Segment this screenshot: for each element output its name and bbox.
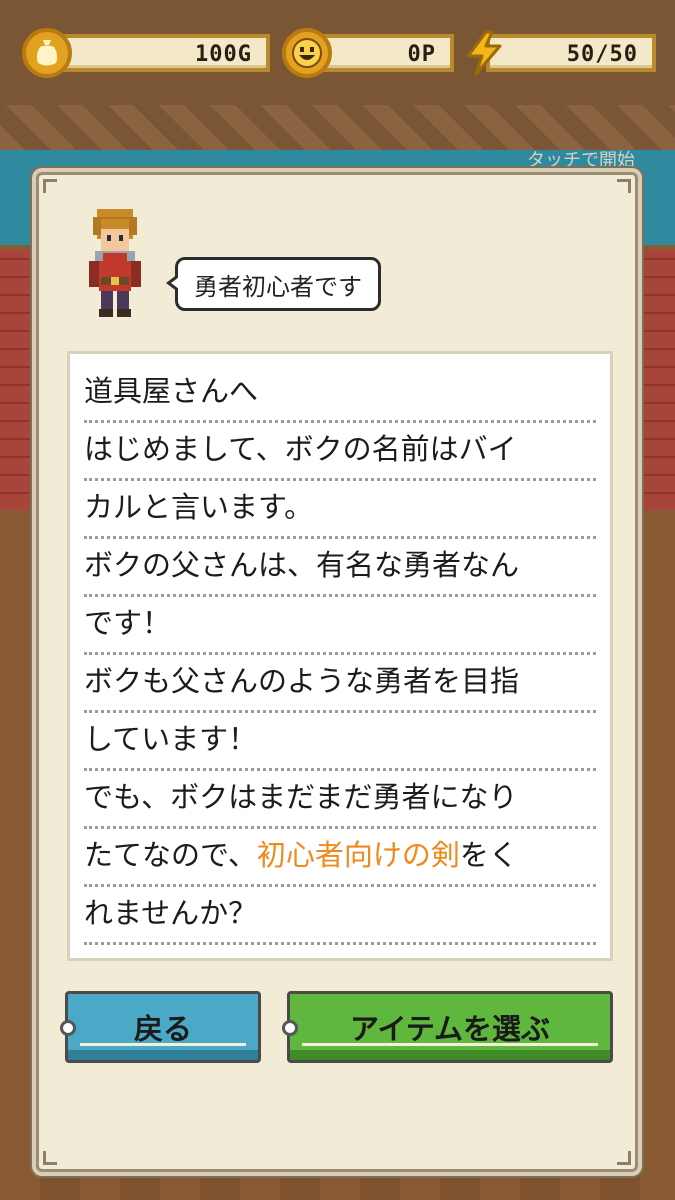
- customer-hero-portrait: [89, 209, 141, 317]
- button-underline: [302, 1043, 598, 1046]
- background-brick-right: [639, 250, 675, 510]
- smile-face-icon: [292, 38, 322, 68]
- message-line: はじめまして、ボクの名前はバイ: [84, 420, 596, 481]
- background-brick-left: [0, 250, 36, 510]
- frame-corner: [617, 1151, 631, 1165]
- request-message-box: 道具屋さんへ はじめまして、ボクの名前はバイ カルと言います。 ボクの父さんは、…: [67, 351, 613, 961]
- gold-bar: 100G: [54, 34, 270, 72]
- back-button-label: 戻る: [133, 1012, 192, 1046]
- smile-coin-icon: [282, 28, 332, 78]
- button-underline: [80, 1043, 246, 1046]
- energy-value: 50/50: [566, 42, 638, 67]
- money-bag-icon: [36, 40, 58, 66]
- back-button[interactable]: 戻る: [60, 991, 261, 1063]
- message-line: たてなので、初心者向けの剣をく: [84, 826, 596, 887]
- select-item-button-label: アイテムを選ぶ: [349, 1012, 551, 1046]
- request-dialog: 勇者初心者です 道具屋さんへ はじめまして、ボクの名前はバイ カルと言います。 …: [36, 172, 638, 1172]
- pin-icon: [282, 1020, 298, 1036]
- message-line: です！: [84, 594, 596, 655]
- frame-corner: [617, 179, 631, 193]
- message-line: でも、ボクはまだまだ勇者になり: [84, 768, 596, 829]
- background-roof: [0, 105, 675, 150]
- requested-item-highlight: 初心者向けの剣: [256, 838, 460, 872]
- message-line: れませんか？: [84, 884, 596, 945]
- touch-to-start-hint: タッチで開始: [527, 150, 635, 171]
- message-line: ボクの父さんは、有名な勇者なん: [84, 536, 596, 597]
- message-text: をく: [459, 838, 518, 872]
- energy-bar: 50/50: [486, 34, 656, 72]
- message-line: しています！: [84, 710, 596, 771]
- points-bar: 0P: [314, 34, 454, 72]
- points-counter: 0P: [282, 28, 454, 78]
- message-line: 道具屋さんへ: [84, 362, 596, 423]
- select-item-button[interactable]: アイテムを選ぶ: [282, 991, 613, 1063]
- gold-coin-icon: [22, 28, 72, 78]
- frame-corner: [43, 179, 57, 193]
- gold-value: 100G: [195, 42, 252, 67]
- pin-icon: [60, 1020, 76, 1036]
- lightning-bolt-icon: [466, 30, 502, 76]
- energy-counter: 50/50: [462, 28, 656, 78]
- speaker-title-bubble: 勇者初心者です: [166, 257, 381, 311]
- message-line: カルと言います。: [84, 478, 596, 539]
- message-text: たてなので、: [84, 838, 257, 872]
- frame-corner: [43, 1151, 57, 1165]
- bubble-tail-inner: [171, 277, 179, 289]
- speaker-title: 勇者初心者です: [194, 272, 362, 301]
- gold-counter: 100G: [22, 28, 270, 78]
- message-line: ボクも父さんのような勇者を目指: [84, 652, 596, 713]
- points-value: 0P: [407, 42, 436, 67]
